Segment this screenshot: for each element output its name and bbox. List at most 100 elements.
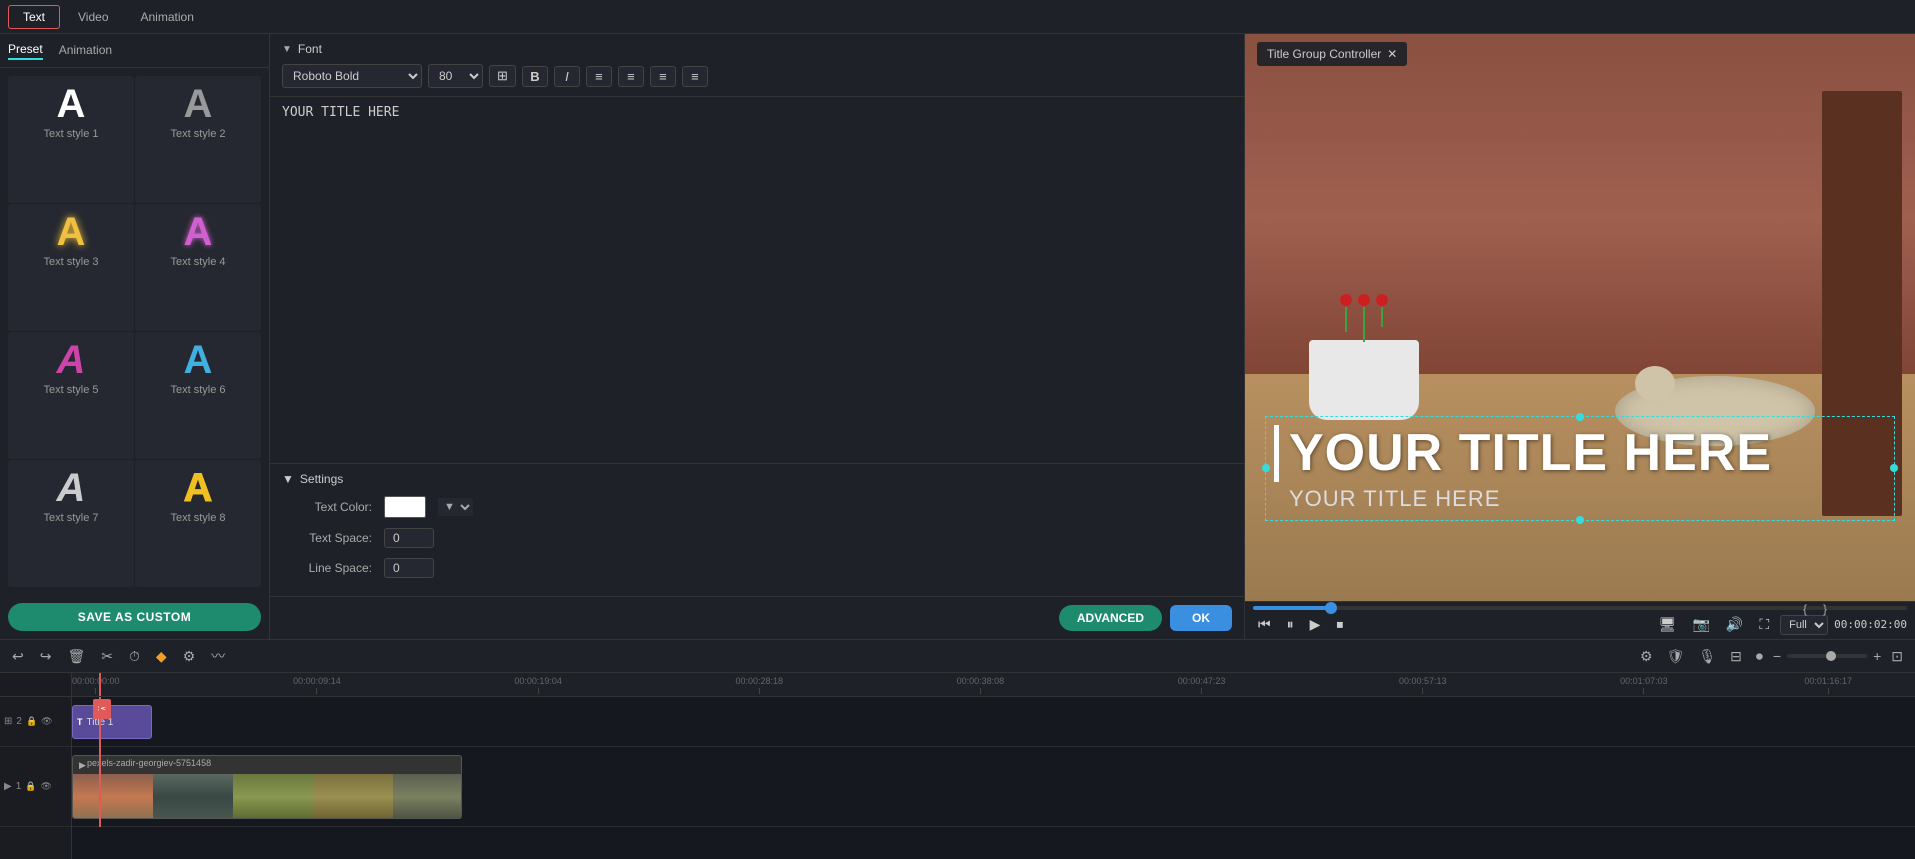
left-panel: Preset Animation A Text style 1 A Text s… — [0, 34, 270, 639]
play-button[interactable]: ▶ — [1305, 614, 1326, 635]
zoom-in-btn[interactable]: + — [1873, 648, 1881, 664]
tl-undo-btn[interactable]: ↩ — [8, 646, 28, 667]
handle-left[interactable] — [1262, 464, 1270, 472]
timeline-tools-left: ↩ ↪ 🗑 ✂ ⏱ ◆ ⚙ 〰 — [8, 644, 229, 668]
text-columns-btn[interactable]: ⊞ — [489, 65, 516, 87]
style-label-5: Text style 5 — [43, 384, 98, 396]
screenshot-btn[interactable]: 📷 — [1687, 614, 1714, 635]
tl-filter-btn[interactable]: ⊟ — [1726, 646, 1746, 667]
timeline-tools-right: ⚙ 🛡 🎙 ⊟ ⏺ − + ⊡ — [1636, 646, 1907, 667]
style-label-7: Text style 7 — [43, 512, 98, 524]
settings-arrow: ▼ — [282, 472, 294, 486]
selection-box[interactable]: YOUR TITLE HERE YOUR TITLE HERE — [1265, 416, 1895, 521]
text-input[interactable]: YOUR TITLE HERE — [282, 105, 1232, 165]
text-color-dropdown[interactable]: ▼ — [438, 498, 473, 516]
zoom-out-btn[interactable]: − — [1773, 648, 1781, 664]
thumb-5 — [393, 774, 462, 819]
tab-animation[interactable]: Animation — [59, 43, 112, 59]
tl-mic-btn[interactable]: 🎙 — [1694, 646, 1720, 667]
advanced-button[interactable]: ADVANCED — [1059, 605, 1162, 631]
flower-stem-1 — [1345, 307, 1347, 332]
preview-title-overlay[interactable]: YOUR TITLE HERE YOUR TITLE HERE — [1265, 416, 1895, 521]
ruler: 00:00:00:00 00:00:09:14 00:00:19:04 00:0… — [72, 673, 1915, 697]
eye-icon-1[interactable]: 👁 — [40, 781, 51, 792]
sound-btn[interactable]: 🔊 — [1721, 614, 1748, 635]
eye-icon-2[interactable]: 👁 — [41, 716, 52, 727]
settings-header: ▼ Settings — [282, 472, 1232, 486]
tl-clock-btn[interactable]: ⏱ — [125, 646, 144, 667]
ok-button[interactable]: OK — [1170, 605, 1232, 631]
tab-text[interactable]: Text — [8, 5, 60, 29]
settings-section: ▼ Settings Text Color: ▼ Text Space: Lin… — [270, 463, 1244, 596]
style-item-1[interactable]: A Text style 1 — [8, 76, 134, 203]
handle-right[interactable] — [1890, 464, 1898, 472]
handle-bottom[interactable] — [1576, 516, 1584, 524]
align-left-btn[interactable]: ≡ — [586, 66, 612, 87]
style-item-5[interactable]: A Text style 5 — [8, 332, 134, 459]
align-right-btn[interactable]: ≡ — [650, 66, 676, 87]
track-label-1: ▶ 1 🔒 👁 — [0, 747, 71, 827]
ruler-mark-4: 00:00:38:08 — [957, 676, 1005, 694]
save-as-custom-button[interactable]: SAVE AS CUSTOM — [8, 603, 261, 631]
tab-video[interactable]: Video — [64, 6, 122, 28]
tl-cut-btn[interactable]: ✂ — [97, 646, 117, 667]
tl-delete-btn[interactable]: 🗑 — [63, 646, 89, 667]
text-color-swatch[interactable] — [384, 496, 426, 518]
align-center-btn[interactable]: ≡ — [618, 66, 644, 87]
zoom-track[interactable] — [1787, 654, 1867, 658]
style-letter-5: A — [57, 340, 86, 380]
title-clip[interactable]: T Title 1 — [72, 705, 152, 739]
tab-preset[interactable]: Preset — [8, 42, 43, 60]
preview-area: Title Group Controller ✕ YOUR TITLE HERE… — [1245, 34, 1915, 601]
tl-shield-btn[interactable]: 🛡 — [1663, 646, 1689, 667]
text-space-input[interactable] — [384, 528, 434, 548]
flower-1 — [1340, 294, 1352, 342]
style-item-6[interactable]: A Text style 6 — [135, 332, 261, 459]
ruler-mark-5: 00:00:47:23 — [1178, 676, 1226, 694]
line-space-input[interactable] — [384, 558, 434, 578]
lock-icon-1[interactable]: 🔒 — [25, 781, 36, 792]
title-controller-badge: Title Group Controller ✕ — [1257, 42, 1407, 66]
style-letter-7: A — [57, 468, 86, 508]
progress-bar[interactable]: { } — [1253, 606, 1907, 610]
bracket-start: { — [1803, 602, 1807, 616]
font-size-select[interactable]: 80 — [428, 64, 483, 88]
style-grid: A Text style 1 A Text style 2 A Text sty… — [0, 68, 269, 595]
style-item-3[interactable]: A Text style 3 — [8, 204, 134, 331]
monitor-btn[interactable]: 🖥 — [1654, 614, 1682, 635]
playback-right-controls: 🖥 📷 🔊 ⛶ Full 00:00:02:00 — [1654, 614, 1907, 635]
ruler-spacer — [0, 673, 71, 697]
playback-controls: ⏮ ⏸ ▶ ⏹ 🖥 📷 🔊 ⛶ Full 00:00:02:00 — [1253, 614, 1907, 635]
italic-btn[interactable]: I — [554, 66, 580, 87]
align-justify-btn[interactable]: ≡ — [682, 66, 708, 87]
tl-expand-btn[interactable]: ⊡ — [1887, 646, 1907, 667]
center-bottom-buttons: ADVANCED OK — [270, 596, 1244, 639]
tl-record-btn[interactable]: ⏺ — [1752, 646, 1767, 667]
tl-keyframe-btn[interactable]: ◆ — [152, 646, 171, 667]
controller-badge-icon: ✕ — [1387, 47, 1397, 61]
skip-back-button[interactable]: ⏮ — [1253, 614, 1276, 635]
controller-badge-text: Title Group Controller — [1267, 47, 1381, 61]
progress-thumb[interactable] — [1325, 602, 1337, 614]
style-item-7[interactable]: A Text style 7 — [8, 460, 134, 587]
font-family-select[interactable]: Roboto Bold — [282, 64, 422, 88]
handle-top[interactable] — [1576, 413, 1584, 421]
lock-icon-2[interactable]: 🔒 — [26, 716, 37, 727]
bold-btn[interactable]: B — [522, 66, 548, 87]
flower-pot-area — [1299, 294, 1429, 420]
tl-settings-btn[interactable]: ⚙ — [1636, 646, 1657, 667]
video-clip[interactable]: ▶ pexels-zadir-georgiev-5751458 — [72, 755, 462, 819]
fullscreen-btn[interactable]: ⛶ — [1754, 614, 1774, 635]
tl-wave-btn[interactable]: 〰 — [207, 644, 229, 668]
tl-adjust-btn[interactable]: ⚙ — [179, 646, 200, 667]
style-item-4[interactable]: A Text style 4 — [135, 204, 261, 331]
style-item-8[interactable]: A Text style 8 — [135, 460, 261, 587]
tab-animation[interactable]: Animation — [127, 6, 208, 28]
quality-select[interactable]: Full — [1780, 615, 1828, 635]
track-icon-t: ⊞ — [4, 716, 12, 727]
style-item-2[interactable]: A Text style 2 — [135, 76, 261, 203]
tl-redo-btn[interactable]: ↪ — [36, 646, 56, 667]
stop-button[interactable]: ⏹ — [1331, 614, 1348, 635]
step-back-button[interactable]: ⏸ — [1282, 614, 1299, 635]
font-section-arrow: ▼ — [282, 44, 292, 55]
